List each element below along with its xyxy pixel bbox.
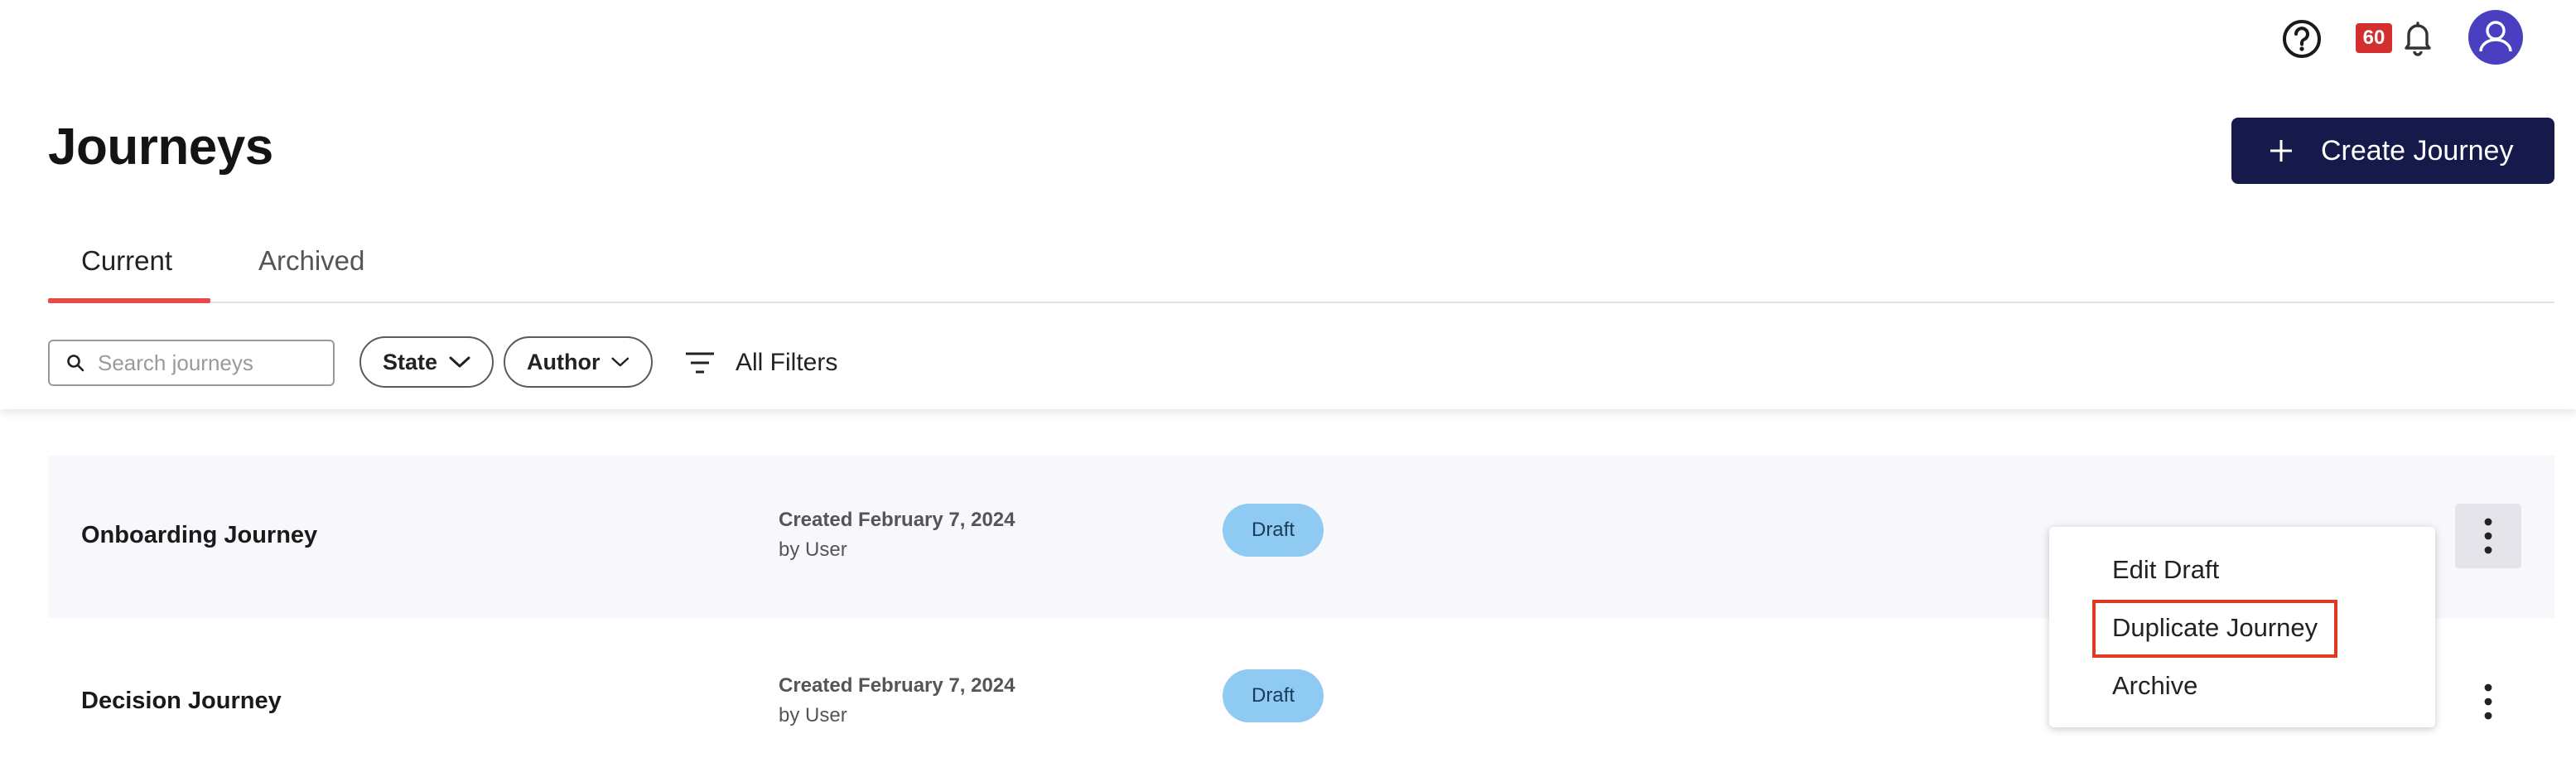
bell-icon[interactable] [2397, 17, 2439, 58]
all-filters-label: All Filters [736, 349, 838, 376]
filter-bar: State Author All Filters [0, 305, 2576, 409]
notification-count-badge: 60 [2356, 23, 2392, 53]
filter-icon [686, 352, 714, 374]
journey-name[interactable]: Decision Journey [81, 688, 282, 715]
chevron-down-icon [611, 357, 630, 367]
row-actions-button[interactable] [2455, 504, 2521, 568]
journey-tabs: Current Archived [48, 234, 2554, 303]
kebab-menu-icon [2484, 683, 2492, 720]
kebab-menu-icon [2484, 518, 2492, 554]
tab-current[interactable]: Current [81, 245, 172, 277]
journey-name[interactable]: Onboarding Journey [81, 522, 317, 549]
all-filters-button[interactable]: All Filters [684, 345, 837, 381]
status-badge: Draft [1223, 504, 1324, 557]
row-actions-menu: Edit Draft Duplicate Journey Archive [2049, 527, 2435, 727]
chevron-down-icon [449, 356, 470, 368]
author-filter-button[interactable]: Author [504, 336, 653, 388]
page-title: Journeys [48, 118, 273, 176]
search-box [48, 340, 335, 386]
journey-author: by User [779, 538, 847, 561]
create-journey-button[interactable]: Create Journey [2231, 118, 2554, 184]
row-actions-button[interactable] [2455, 669, 2521, 734]
state-filter-label: State [383, 349, 438, 374]
menu-item-duplicate-journey[interactable]: Duplicate Journey [2112, 613, 2318, 643]
help-circle-icon[interactable] [2281, 18, 2323, 60]
top-bar: 60 [0, 0, 2576, 80]
menu-item-archive[interactable]: Archive [2112, 671, 2197, 701]
state-filter-button[interactable]: State [359, 336, 494, 388]
journey-created-date: Created February 7, 2024 [779, 509, 1015, 531]
search-icon [67, 355, 84, 372]
tab-archived[interactable]: Archived [258, 245, 364, 277]
journey-author: by User [779, 704, 847, 726]
journey-created-date: Created February 7, 2024 [779, 674, 1015, 697]
status-badge: Draft [1223, 669, 1324, 722]
active-tab-indicator [48, 298, 210, 303]
plus-icon [2270, 140, 2292, 162]
menu-item-edit-draft[interactable]: Edit Draft [2112, 555, 2219, 585]
create-journey-label: Create Journey [2321, 134, 2514, 167]
author-filter-label: Author [527, 349, 601, 374]
search-input[interactable] [98, 350, 330, 376]
user-avatar-icon[interactable] [2468, 10, 2523, 65]
